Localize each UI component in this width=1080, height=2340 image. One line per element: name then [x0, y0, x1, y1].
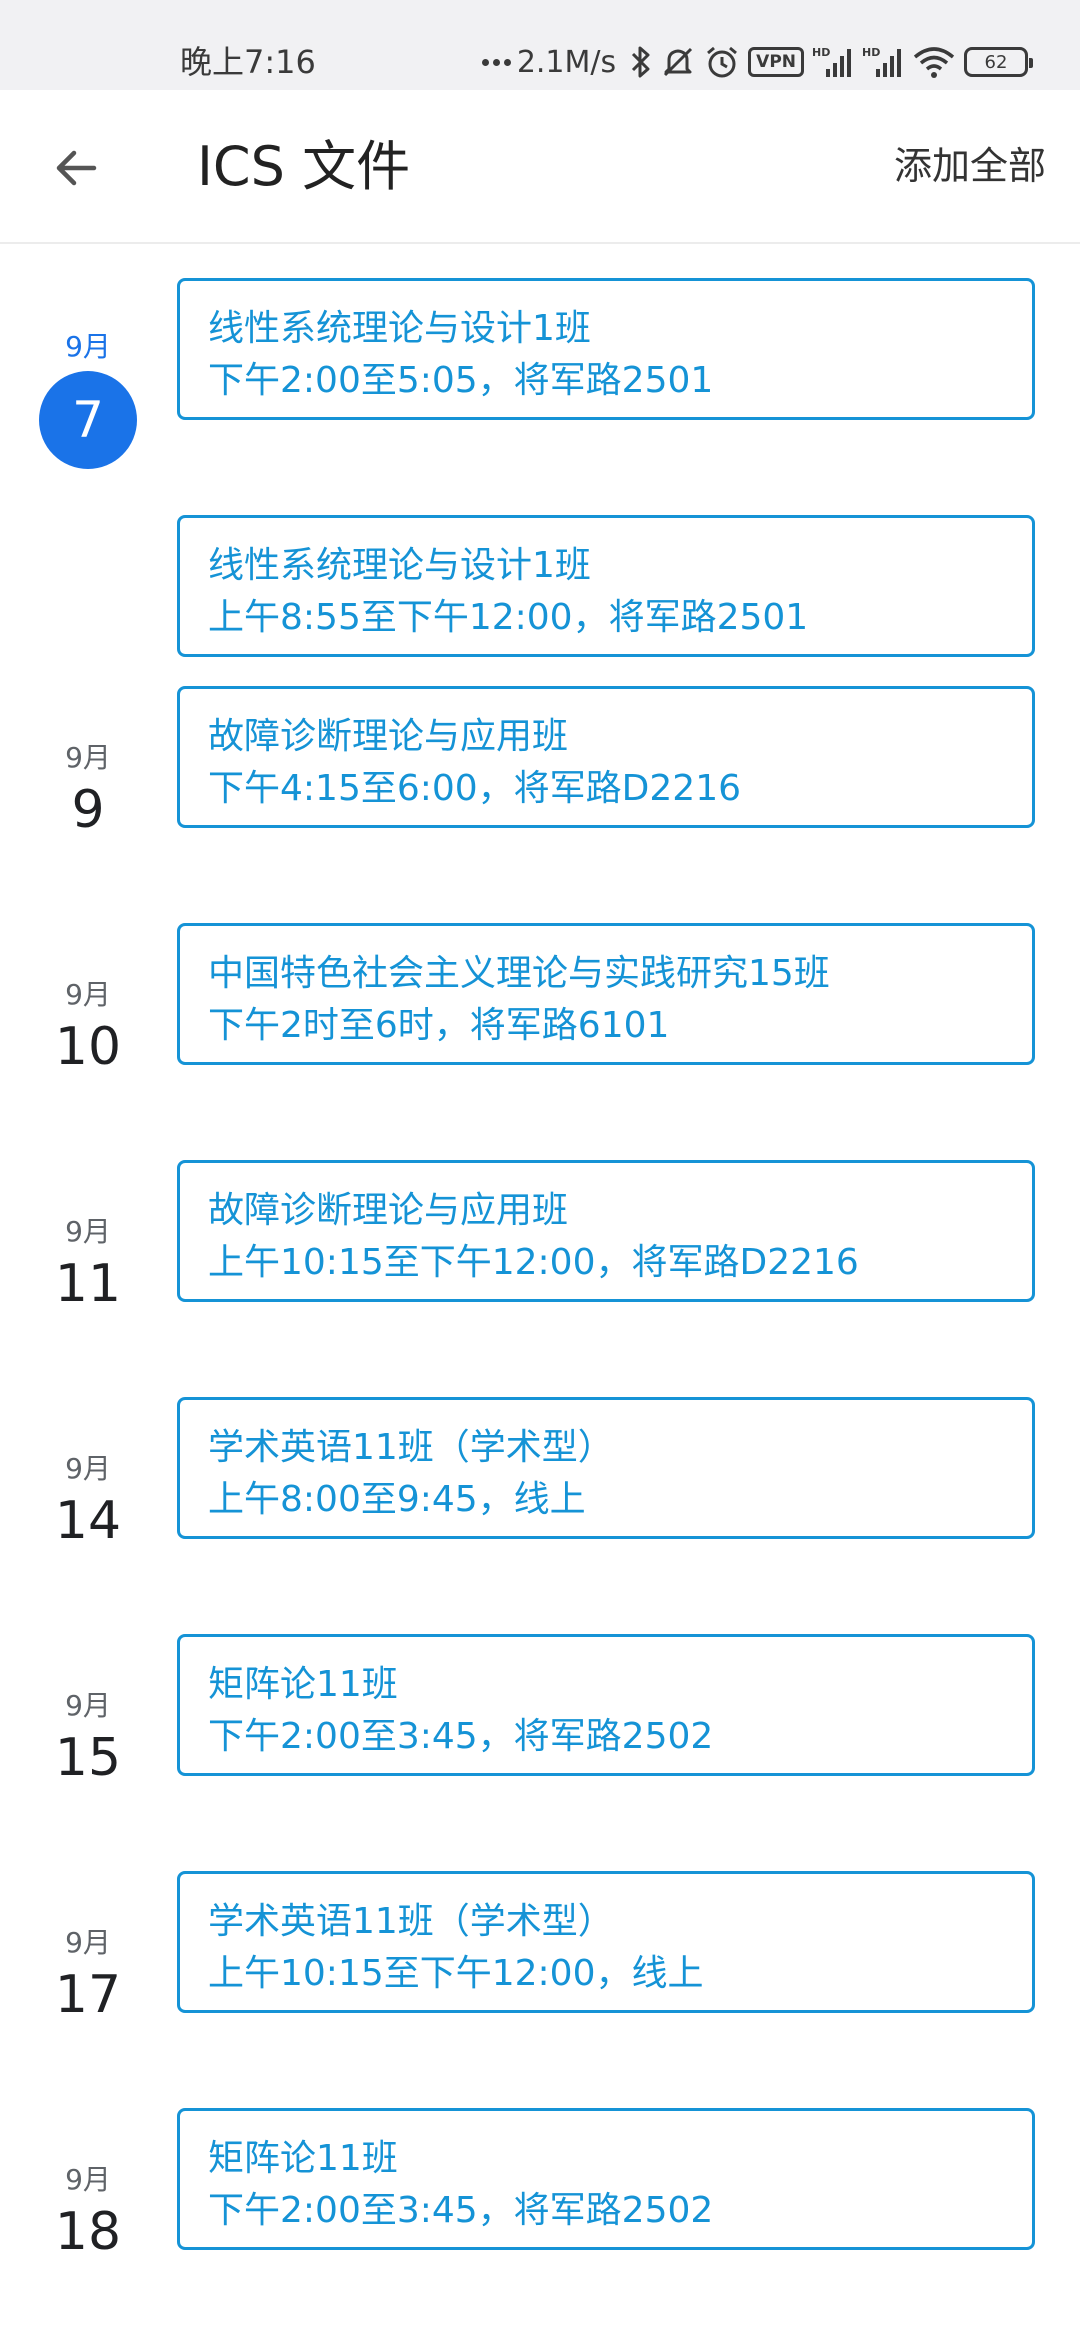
date-day: 15 [54, 1728, 122, 1788]
status-time: 晚上7:16 [180, 43, 316, 81]
event-card[interactable]: 中国特色社会主义理论与实践研究15班 下午2时至6时，将军路6101 [177, 923, 1035, 1065]
vpn-icon: VPN [748, 47, 804, 77]
date-day: 11 [54, 1254, 122, 1314]
date-label: 9月 10 [0, 977, 176, 1077]
event-title: 矩阵论11班 [208, 2138, 398, 2179]
date-month: 9月 [65, 1215, 111, 1248]
event-card[interactable]: 学术英语11班（学术型） 上午8:00至9:45，线上 [177, 1397, 1035, 1539]
date-month: 9月 [65, 1926, 111, 1959]
event-title: 故障诊断理论与应用班 [208, 1190, 569, 1231]
event-detail: 下午4:15至6:00，将军路D2216 [208, 768, 742, 809]
event-card[interactable]: 学术英语11班（学术型） 上午10:15至下午12:00，线上 [177, 1871, 1035, 2013]
event-detail: 上午8:00至9:45，线上 [208, 1479, 586, 1520]
date-month: 9月 [65, 741, 111, 774]
date-day: 10 [54, 1017, 122, 1077]
date-month: 9月 [65, 1452, 111, 1485]
wifi-icon [912, 45, 956, 79]
add-all-button[interactable]: 添加全部 [894, 140, 1046, 192]
event-detail: 上午8:55至下午12:00，将军路2501 [208, 597, 809, 638]
signal-hd-icon: HD [812, 45, 854, 79]
event-detail: 上午10:15至下午12:00，将军路D2216 [208, 1242, 859, 1283]
date-label: 9月 14 [0, 1451, 176, 1551]
event-card[interactable]: 矩阵论11班 下午2:00至3:45，将军路2502 [177, 1634, 1035, 1776]
event-detail: 上午10:15至下午12:00，线上 [208, 1953, 704, 1994]
mute-icon [660, 44, 696, 80]
network-speed: 2.1M/s [481, 44, 617, 80]
date-day: 17 [54, 1965, 122, 2025]
date-month: 9月 [65, 978, 111, 1011]
back-button[interactable] [40, 132, 112, 204]
date-label: 9月 15 [0, 1688, 176, 1788]
battery-icon: 62 [964, 47, 1033, 77]
event-card[interactable]: 矩阵论11班 下午2:00至3:45，将军路2502 [177, 2108, 1035, 2250]
alarm-icon [704, 44, 740, 80]
event-card[interactable]: 线性系统理论与设计1班 下午2:00至5:05，将军路2501 [177, 278, 1035, 420]
date-day: 14 [54, 1491, 122, 1551]
date-month: 9月 [65, 330, 111, 363]
app-bar: ICS 文件 添加全部 [0, 90, 1080, 244]
network-speed-text: 2.1M/s [516, 44, 617, 80]
bluetooth-icon [630, 45, 652, 79]
date-day: 9 [71, 780, 105, 840]
svg-text:HD: HD [812, 46, 830, 59]
event-title: 学术英语11班（学术型） [208, 1427, 614, 1468]
event-title: 线性系统理论与设计1班 [208, 308, 591, 349]
date-label: 9月 9 [0, 740, 176, 840]
event-card[interactable]: 线性系统理论与设计1班 上午8:55至下午12:00，将军路2501 [177, 515, 1035, 657]
date-month: 9月 [65, 2163, 111, 2196]
event-title: 故障诊断理论与应用班 [208, 716, 569, 757]
event-title: 矩阵论11班 [208, 1664, 398, 1705]
date-label: 9月 11 [0, 1214, 176, 1314]
svg-text:HD: HD [862, 46, 880, 59]
event-card[interactable]: 故障诊断理论与应用班 上午10:15至下午12:00，将军路D2216 [177, 1160, 1035, 1302]
event-detail: 下午2:00至3:45，将军路2502 [208, 1716, 714, 1757]
page-title: ICS 文件 [197, 135, 411, 198]
signal-hd-icon: HD [862, 45, 904, 79]
today-day-circle: 7 [39, 371, 137, 469]
date-label: 9月 18 [0, 2162, 176, 2262]
event-title: 学术英语11班（学术型） [208, 1901, 614, 1942]
date-day: 18 [54, 2202, 122, 2262]
status-bar: 晚上7:16 2.1M/s VPN HD HD 62 [0, 0, 1080, 90]
event-title: 线性系统理论与设计1班 [208, 545, 591, 586]
date-label: 9月 17 [0, 1925, 176, 2025]
battery-level: 62 [984, 51, 1008, 73]
date-label-today: 9月 7 [0, 329, 176, 469]
dots-icon [481, 58, 511, 66]
arrow-left-icon [56, 150, 97, 186]
event-detail: 下午2:00至3:45，将军路2502 [208, 2190, 714, 2231]
status-icons: 2.1M/s VPN HD HD 62 [481, 36, 1033, 88]
event-title: 中国特色社会主义理论与实践研究15班 [208, 953, 830, 994]
event-detail: 下午2时至6时，将军路6101 [208, 1005, 670, 1046]
event-card[interactable]: 故障诊断理论与应用班 下午4:15至6:00，将军路D2216 [177, 686, 1035, 828]
date-month: 9月 [65, 1689, 111, 1722]
event-detail: 下午2:00至5:05，将军路2501 [208, 360, 714, 401]
